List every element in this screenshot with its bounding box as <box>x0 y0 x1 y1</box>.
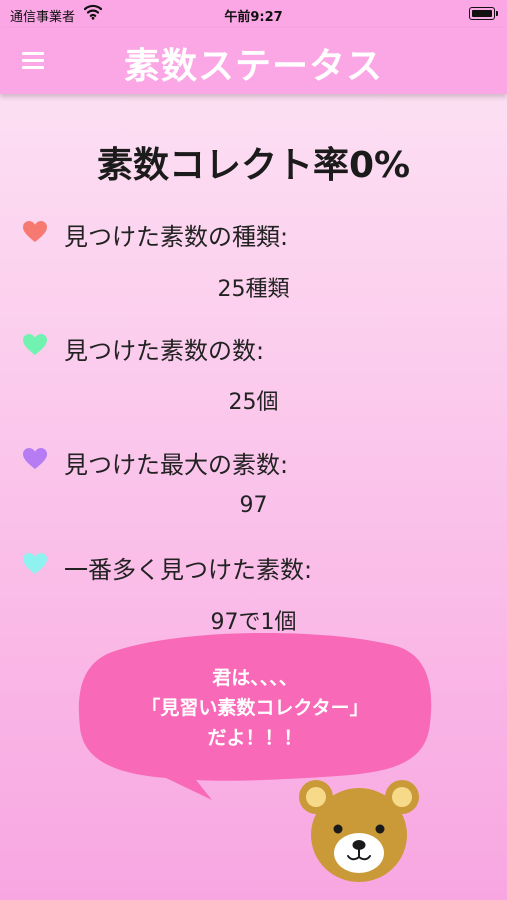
stat-label-count: 見つけた素数の数: <box>64 337 265 365</box>
collect-rate-headline: 素数コレクト率0% <box>96 145 411 186</box>
speech-line-3: だよ！！！ <box>207 727 303 749</box>
heart-icon <box>23 221 47 242</box>
heart-icon <box>23 334 47 355</box>
status-time: 午前9:27 <box>224 10 283 25</box>
stat-label-most: 一番多く見つけた素数: <box>64 556 313 584</box>
status-bar: 通信事業者 午前9:27 <box>0 0 507 28</box>
heart-icon <box>23 448 47 469</box>
stat-value-count: 25個 <box>228 390 279 415</box>
stat-value-max: 97 <box>239 493 268 518</box>
battery-icon <box>469 7 498 20</box>
stat-value-kinds: 25種類 <box>217 277 290 302</box>
speech-line-1: 君は、、、、 <box>212 667 298 689</box>
bear-mascot <box>299 780 419 882</box>
speech-line-2: 「見習い素数コレクター」 <box>141 697 369 719</box>
stat-label-max: 見つけた最大の素数: <box>64 451 289 479</box>
heart-icon <box>23 553 47 574</box>
page-title: 素数ステータス <box>123 46 383 87</box>
navigation-bar: 素数ステータス <box>0 28 507 94</box>
stat-label-kinds: 見つけた素数の種類: <box>64 223 289 251</box>
